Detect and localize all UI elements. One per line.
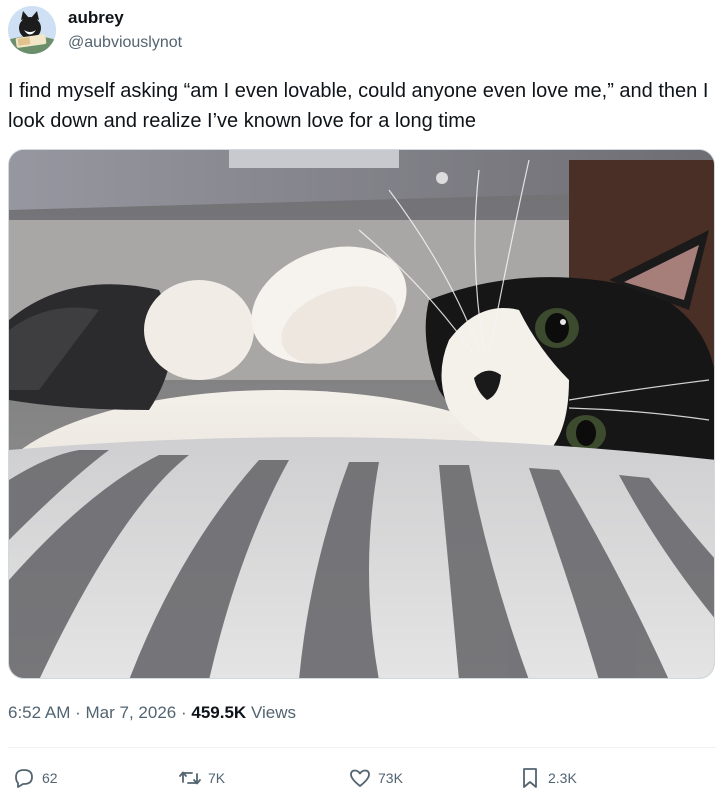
heart-icon xyxy=(350,769,370,787)
like-count: 73K xyxy=(378,770,403,786)
views-count: 459.5K xyxy=(191,703,247,722)
like-button[interactable]: 73K xyxy=(348,760,403,796)
reply-count: 62 xyxy=(42,770,58,786)
bookmark-icon xyxy=(523,768,537,788)
action-bar: 62 7K 73K 2.3K xyxy=(8,760,716,796)
tweet-media[interactable] xyxy=(8,149,715,679)
repost-icon xyxy=(179,771,201,785)
reply-button[interactable]: 62 xyxy=(12,760,58,796)
meta-separator: · xyxy=(180,703,187,722)
cat-photo-icon xyxy=(9,150,714,678)
repost-count: 7K xyxy=(208,770,226,786)
tweet-meta: 6:52 AM · Mar 7, 2026 · 459.5K Views xyxy=(8,703,296,723)
divider xyxy=(8,747,716,748)
author-display-name[interactable]: aubrey xyxy=(68,8,124,28)
tweet-time[interactable]: 6:52 AM xyxy=(8,703,70,722)
author-handle[interactable]: @aubviouslynot xyxy=(68,34,182,52)
tweet-date[interactable]: Mar 7, 2026 xyxy=(86,703,177,722)
meta-separator: · xyxy=(75,703,81,722)
bookmark-button[interactable]: 2.3K xyxy=(518,760,577,796)
reply-icon xyxy=(15,769,33,788)
avatar-cat-icon xyxy=(8,6,56,54)
avatar[interactable] xyxy=(8,6,56,54)
views-label: Views xyxy=(250,703,296,722)
tweet-text: I find myself asking “am I even lovable,… xyxy=(8,80,709,132)
bookmark-count: 2.3K xyxy=(548,770,577,786)
repost-button[interactable]: 7K xyxy=(178,760,225,796)
